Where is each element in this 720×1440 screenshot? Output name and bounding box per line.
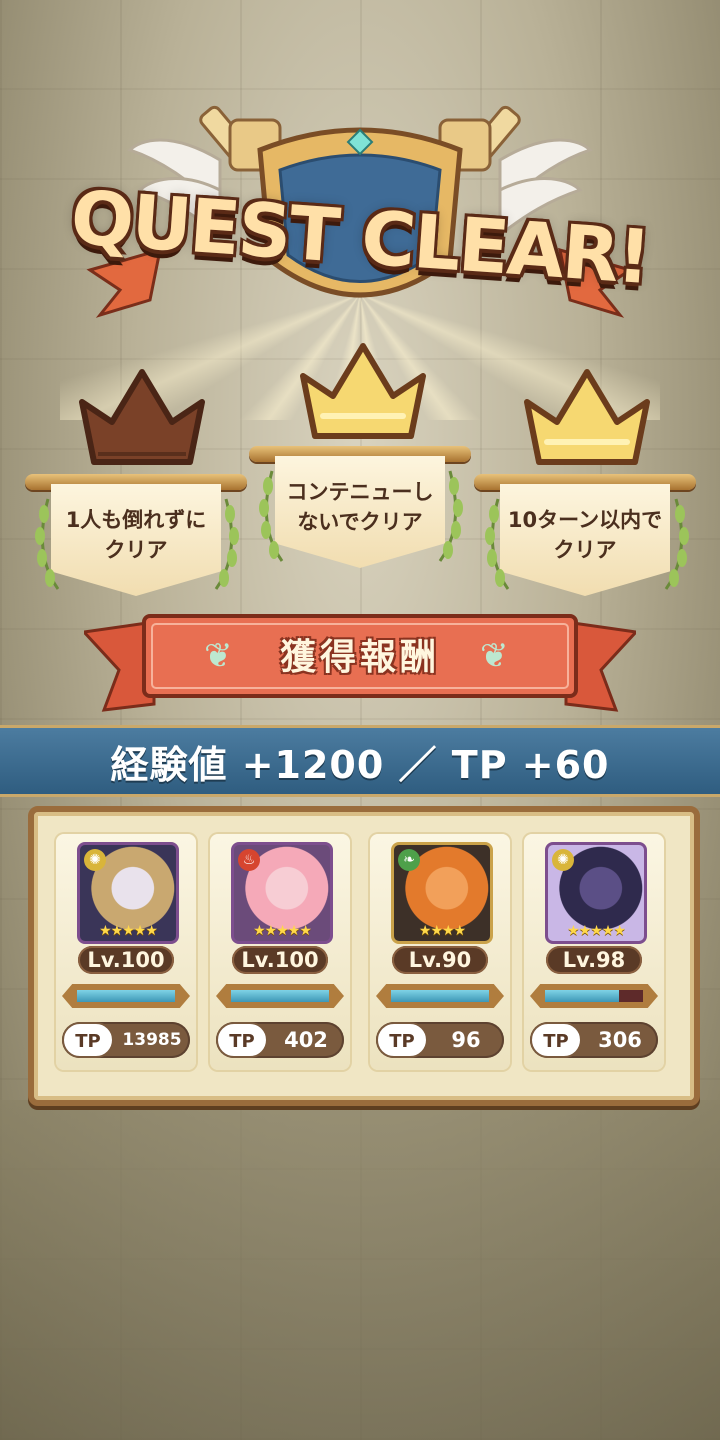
character-portrait: ♨ ★★★★★ — [231, 842, 333, 944]
leaf-icon: ❧ — [398, 849, 420, 871]
exp-tp-text: 経験値 +1200 ／ TP +60 — [110, 742, 610, 787]
hp-bar-fill — [545, 990, 619, 1002]
rarity-stars: ★★★★ — [418, 923, 466, 939]
level-badge: Lv.100 — [78, 946, 174, 974]
laurel-icon — [259, 470, 284, 562]
rarity-stars: ★★★★★ — [253, 923, 312, 939]
mission-text: コンテニューしないでクリア — [286, 480, 434, 534]
character-portrait: ❧ ★★★★ — [391, 842, 493, 944]
hp-bar — [216, 984, 344, 1008]
exp-tp-bar: 経験値 +1200 ／ TP +60 — [0, 725, 720, 797]
party-member-card[interactable]: ❧ ★★★★ Lv.90 TP 96 — [370, 834, 510, 1070]
laurel-icon — [664, 498, 689, 590]
tp-display: TP 402 — [216, 1022, 344, 1058]
laurel-icon — [214, 498, 239, 590]
tp-label: TP — [216, 1022, 268, 1058]
background-floor — [0, 1100, 720, 1440]
level-badge: Lv.100 — [232, 946, 328, 974]
hp-bar — [62, 984, 190, 1008]
rarity-stars: ★★★★★ — [99, 923, 158, 939]
laurel-icon — [438, 470, 463, 562]
hp-bar — [376, 984, 504, 1008]
character-portrait: ✺ ★★★★★ — [545, 842, 647, 944]
level-badge: Lv.90 — [392, 946, 488, 974]
tp-value: 306 — [598, 1028, 642, 1052]
character-portrait: ✺ ★★★★★ — [77, 842, 179, 944]
tp-value: 402 — [284, 1028, 328, 1052]
party-member-card[interactable]: ♨ ★★★★★ Lv.100 TP 402 — [210, 834, 350, 1070]
level-badge: Lv.98 — [546, 946, 642, 974]
tp-display: TP 13985 — [62, 1022, 190, 1058]
tp-label: TP — [62, 1022, 114, 1058]
tp-value: 13985 — [122, 1030, 182, 1050]
tp-label: TP — [376, 1022, 428, 1058]
gold-crown-icon — [300, 343, 426, 439]
party-member-card[interactable]: ✺ ★★★★★ Lv.100 TP 13985 — [56, 834, 196, 1070]
hp-bar-fill — [231, 990, 329, 1002]
hp-bar-fill — [77, 990, 175, 1002]
tp-value: 96 — [451, 1028, 481, 1052]
hp-bar — [530, 984, 658, 1008]
laurel-icon — [485, 498, 510, 590]
tp-display: TP 306 — [530, 1022, 658, 1058]
light-icon: ✺ — [552, 849, 574, 871]
bronze-crown-icon — [79, 369, 205, 465]
hp-bar-fill — [391, 990, 489, 1002]
tp-display: TP 96 — [376, 1022, 504, 1058]
reward-title: 獲得報酬 — [279, 637, 440, 678]
rarity-stars: ★★★★★ — [567, 923, 626, 939]
fire-icon: ♨ — [238, 849, 260, 871]
light-icon: ✺ — [84, 849, 106, 871]
mission-text: 1人も倒れずにクリア — [65, 508, 207, 562]
party-member-card[interactable]: ✺ ★★★★★ Lv.98 TP 306 — [524, 834, 664, 1070]
laurel-icon — [35, 498, 60, 590]
mission-text: 10ターン以内でクリア — [507, 508, 663, 562]
tp-label: TP — [530, 1022, 582, 1058]
gold-crown-icon — [524, 369, 650, 465]
